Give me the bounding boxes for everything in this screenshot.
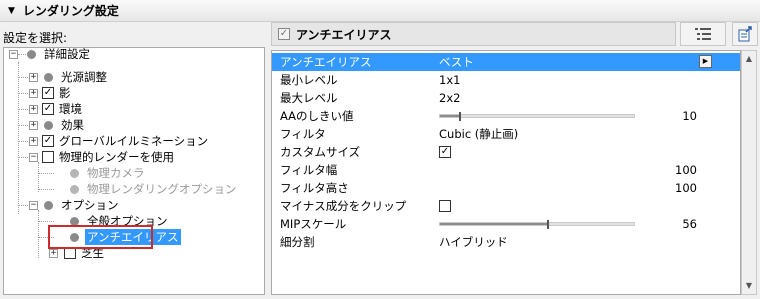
prop-row-subdivision[interactable]: 細分割 ハイブリッド (272, 233, 740, 251)
tree-item-physical[interactable]: − 物理的レンダーを使用 (29, 149, 174, 165)
gi-checkbox[interactable]: ✓ (42, 135, 54, 147)
prop-row-max-level[interactable]: 最大レベル 2x2 (272, 89, 740, 107)
collapse-toggle-icon[interactable]: − (9, 49, 18, 59)
prop-row-antialiasing[interactable]: アンチエイリアス ベスト ▶ (272, 53, 740, 71)
item-dot-icon (70, 184, 79, 194)
collapse-arrow-icon[interactable]: ▼ (8, 6, 15, 16)
scroll-down-icon[interactable]: ▼ (742, 278, 756, 294)
export-button[interactable] (732, 22, 758, 46)
prop-row-mip-scale[interactable]: MIPスケール 56 (272, 215, 740, 233)
expand-toggle-icon[interactable]: + (29, 72, 38, 82)
item-dot-icon (44, 72, 53, 82)
list-icon (695, 28, 711, 40)
panel-title: レンダリング設定 (22, 4, 119, 18)
item-dot-icon (70, 168, 79, 178)
settings-header: ✓ アンチエイリアス (271, 22, 676, 46)
tree-item-physical-camera[interactable]: 物理カメラ (70, 165, 145, 181)
item-dot-icon (27, 49, 36, 59)
clip-negative-checkbox[interactable] (439, 200, 451, 212)
select-settings-label: 設定を選択: (3, 31, 68, 45)
environment-checkbox[interactable]: ✓ (42, 103, 54, 115)
collapse-toggle-icon[interactable]: − (29, 200, 38, 210)
expand-toggle-icon[interactable]: + (29, 88, 38, 98)
custom-size-checkbox[interactable]: ✓ (439, 146, 451, 158)
prop-row-filter[interactable]: フィルタ Cubic (静止画) (272, 125, 740, 143)
physical-render-checkbox[interactable] (42, 151, 54, 163)
shadow-checkbox[interactable]: ✓ (42, 87, 54, 99)
scroll-up-icon[interactable]: ▲ (742, 51, 756, 67)
dropdown-arrow-icon[interactable]: ▶ (699, 55, 712, 68)
tree-item-light[interactable]: + 光源調整 (29, 69, 107, 85)
antialiasing-enable-checkbox[interactable]: ✓ (278, 28, 290, 40)
tree-item-effects[interactable]: + 効果 (29, 117, 84, 133)
prop-row-clip-negative[interactable]: マイナス成分をクリップ (272, 197, 740, 215)
settings-header-title: アンチエイリアス (296, 27, 392, 42)
tree-item-shadow[interactable]: + ✓ 影 (29, 85, 71, 101)
expand-toggle-icon[interactable]: + (29, 120, 38, 130)
panel-titlebar[interactable]: ▼ レンダリング設定 (0, 0, 760, 22)
expand-toggle-icon[interactable]: + (29, 136, 38, 146)
prop-row-min-level[interactable]: 最小レベル 1x1 (272, 71, 740, 89)
prop-row-custom-size[interactable]: カスタムサイズ ✓ (272, 143, 740, 161)
properties-grid[interactable]: アンチエイリアス ベスト ▶ 最小レベル 1x1 最大レベル 2x2 AAのしき… (271, 50, 741, 295)
tree-item-environment[interactable]: + ✓ 環境 (29, 101, 82, 117)
prop-row-filter-height[interactable]: フィルタ高さ 100 (272, 179, 740, 197)
tree-item-physical-render-options[interactable]: 物理レンダリングオプション (70, 181, 237, 197)
tree-item-options[interactable]: − オプション (29, 197, 119, 213)
expand-toggle-icon[interactable]: + (49, 248, 58, 258)
expand-toggle-icon[interactable]: + (29, 104, 38, 114)
prop-row-filter-width[interactable]: フィルタ幅 100 (272, 161, 740, 179)
vertical-scrollbar[interactable]: ▲ ▼ (741, 50, 757, 295)
aa-threshold-slider[interactable] (439, 112, 635, 121)
highlight-annotation-box (48, 225, 153, 249)
prop-row-aa-threshold[interactable]: AAのしきい値 10 (272, 107, 740, 125)
item-dot-icon (44, 120, 53, 130)
settings-tree[interactable]: − 詳細設定 + 光源調整 + ✓ 影 + ✓ 環境 + 効果 + ✓ グローバ… (3, 47, 265, 295)
item-dot-icon (44, 200, 53, 210)
collapse-toggle-icon[interactable]: − (29, 152, 38, 162)
export-icon (738, 26, 752, 42)
mip-scale-slider[interactable] (439, 220, 635, 229)
antialiasing-select[interactable]: ベスト (439, 54, 474, 70)
list-view-button[interactable] (680, 22, 726, 46)
tree-item-gi[interactable]: + ✓ グローバルイルミネーション (29, 133, 208, 149)
tree-item-root[interactable]: − 詳細設定 (9, 48, 90, 62)
